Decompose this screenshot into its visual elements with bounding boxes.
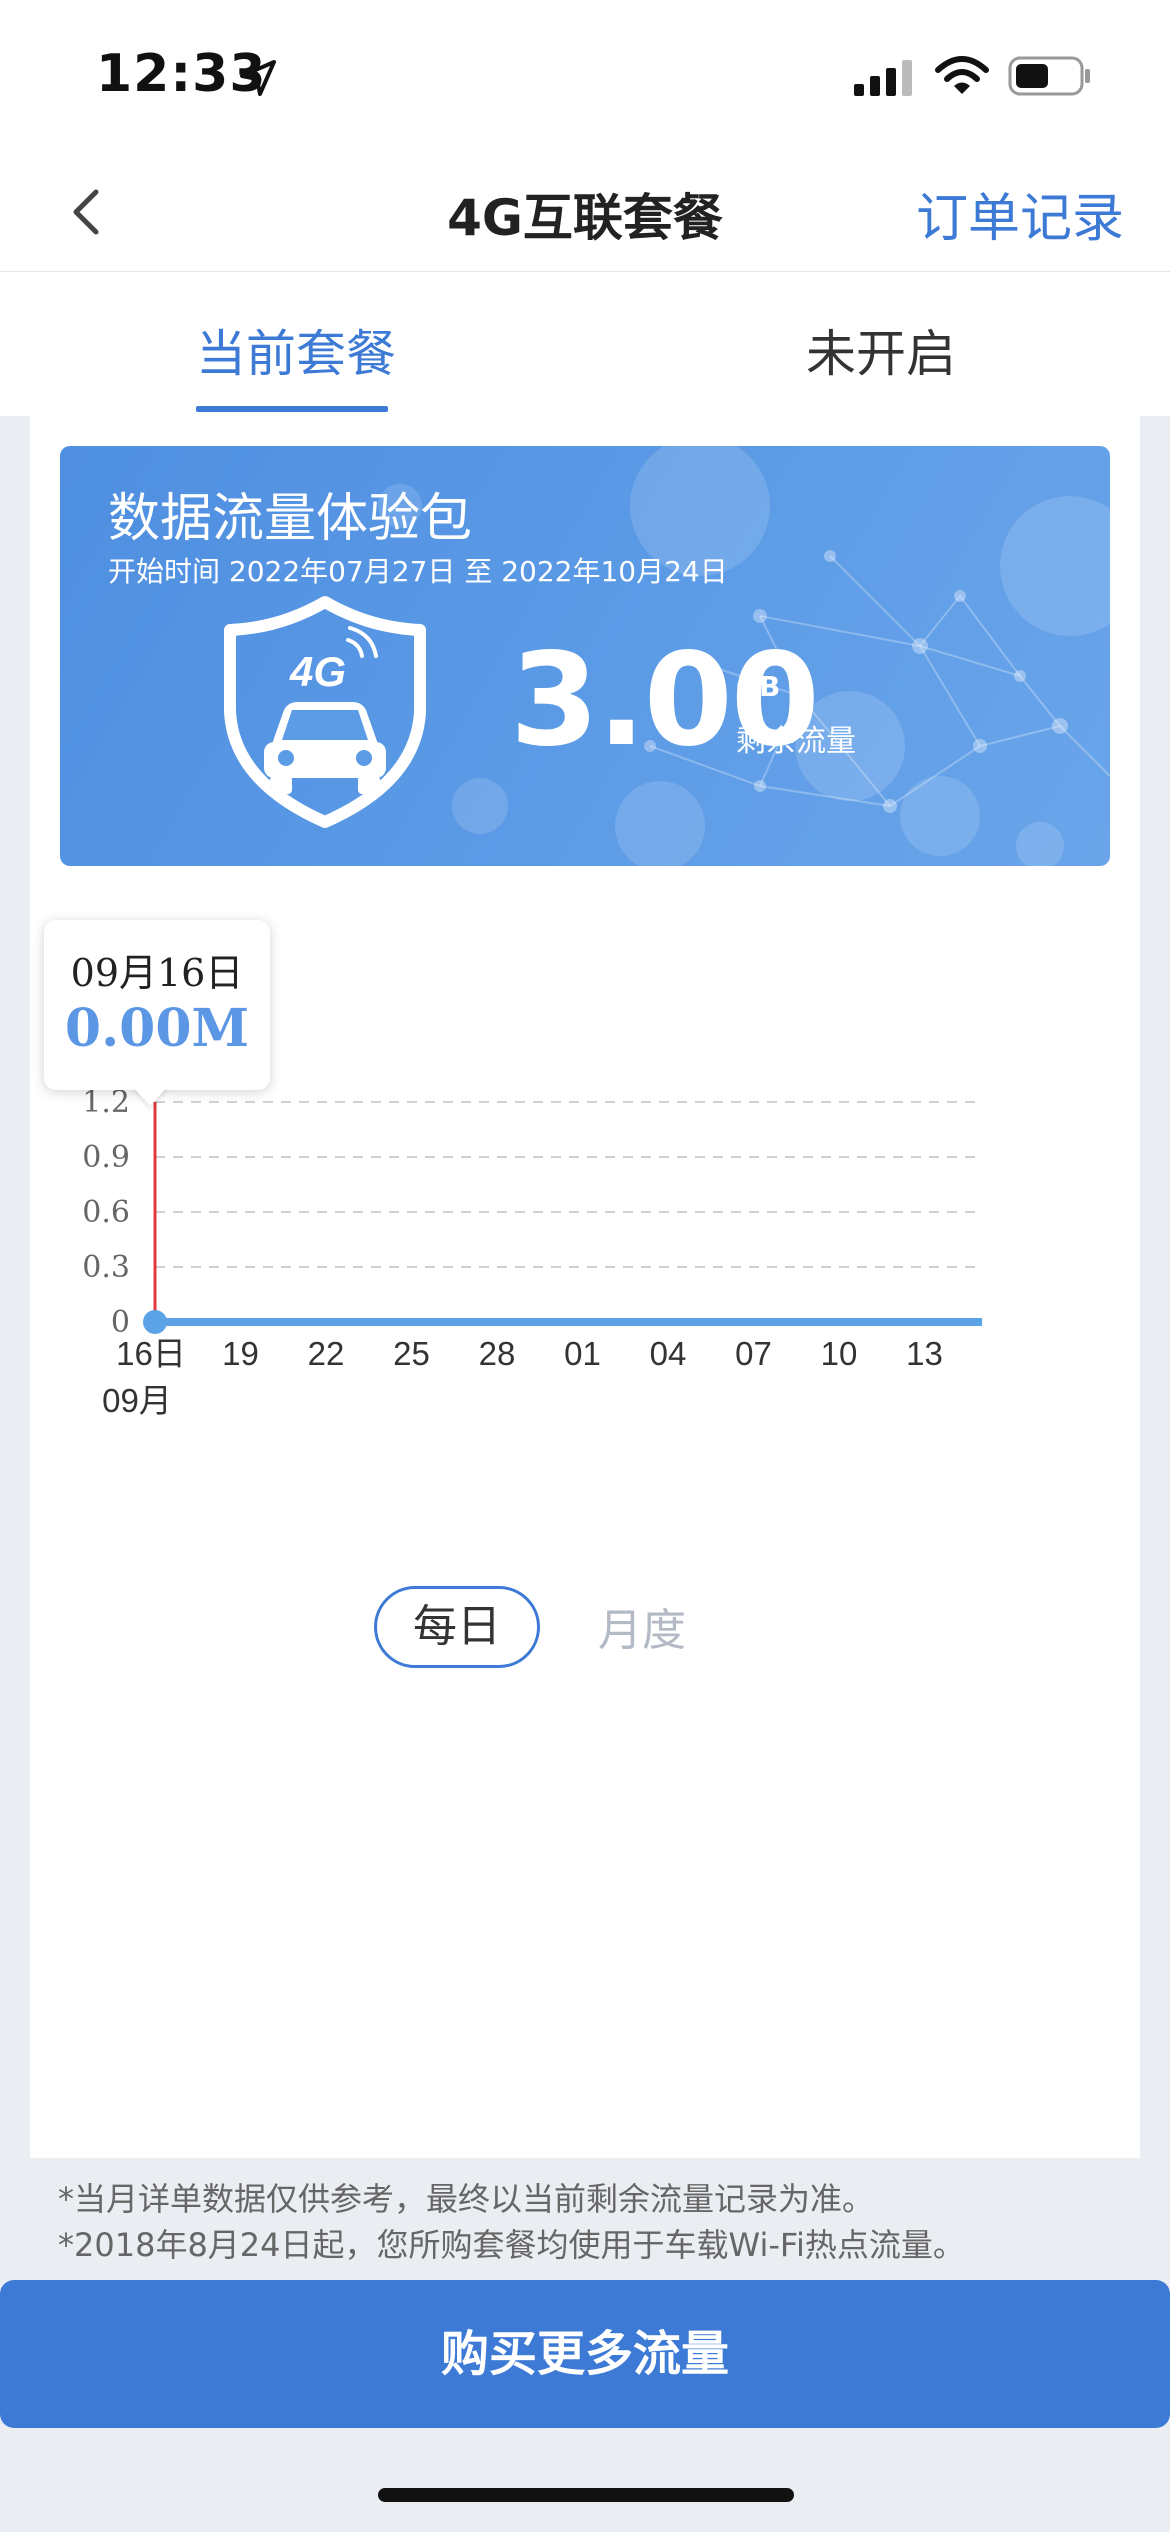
- remaining-data-label: 剩余流量: [736, 724, 856, 759]
- y-tick-label: 1.2: [82, 1085, 130, 1120]
- tooltip-pointer: [132, 1086, 168, 1106]
- disclaimer-notes: *当月详单数据仅供参考，最终以当前剩余流量记录为准。 *2018年8月24日起，…: [58, 2176, 1138, 2268]
- x-tick-label: 13: [906, 1335, 943, 1372]
- status-bar: 12:33: [0, 0, 1170, 150]
- shield-4g-car-icon: 4G: [224, 596, 426, 828]
- buy-more-data-button[interactable]: 购买更多流量: [0, 2280, 1170, 2428]
- location-arrow-icon: [240, 60, 276, 96]
- period-daily-button[interactable]: 每日: [374, 1586, 540, 1668]
- package-name: 数据流量体验包: [108, 489, 473, 549]
- wifi-icon: [935, 56, 989, 94]
- x-tick-label: 10: [821, 1335, 858, 1372]
- tab-active-indicator: [196, 406, 388, 412]
- y-tick-label: 0.3: [82, 1250, 130, 1285]
- x-tick-label: 16日: [116, 1335, 186, 1372]
- y-tick-label: 0.6: [82, 1195, 130, 1230]
- x-tick-label: 04: [650, 1335, 687, 1372]
- note-line: *当月详单数据仅供参考，最终以当前剩余流量记录为准。: [58, 2180, 875, 2218]
- content-card: 数据流量体验包 开始时间 2022年07月27日 至 2022年10月24日 4…: [30, 416, 1140, 2158]
- x-tick-label: 01: [564, 1335, 601, 1372]
- package-banner: 数据流量体验包 开始时间 2022年07月27日 至 2022年10月24日 4…: [60, 446, 1110, 866]
- battery-icon: [1008, 56, 1090, 96]
- remaining-data-unit: GB: [736, 670, 781, 703]
- x-tick-label: 25: [393, 1335, 430, 1372]
- svg-text:4G: 4G: [289, 648, 346, 695]
- x-axis-sublabel: 09月: [102, 1382, 172, 1419]
- note-line: *2018年8月24日起，您所购套餐均使用于车载Wi-Fi热点流量。: [58, 2226, 965, 2264]
- period-monthly-button[interactable]: 月度: [598, 1594, 686, 1658]
- order-records-link[interactable]: 订单记录: [916, 176, 1124, 251]
- x-tick-label: 28: [479, 1335, 516, 1372]
- chart-tooltip: 09月16日 0.00M: [44, 920, 270, 1090]
- x-tick-label: 07: [735, 1335, 772, 1372]
- tab-current-package[interactable]: 当前套餐: [196, 314, 396, 386]
- y-tick-label: 0.9: [82, 1140, 130, 1175]
- navigation-bar: 4G互联套餐 订单记录: [0, 150, 1170, 272]
- tooltip-date: 09月16日: [70, 951, 244, 995]
- tooltip-value: 0.00M: [64, 998, 250, 1059]
- package-date-range: 开始时间 2022年07月27日 至 2022年10月24日: [108, 555, 728, 588]
- home-indicator: [378, 2488, 794, 2502]
- package-tabs: 当前套餐 未开启: [0, 272, 1170, 416]
- x-tick-label: 19: [222, 1335, 259, 1372]
- cellular-signal-icon: [854, 60, 912, 96]
- x-tick-label: 22: [308, 1335, 345, 1372]
- data-point: [143, 1310, 167, 1334]
- tab-not-activated[interactable]: 未开启: [806, 314, 956, 386]
